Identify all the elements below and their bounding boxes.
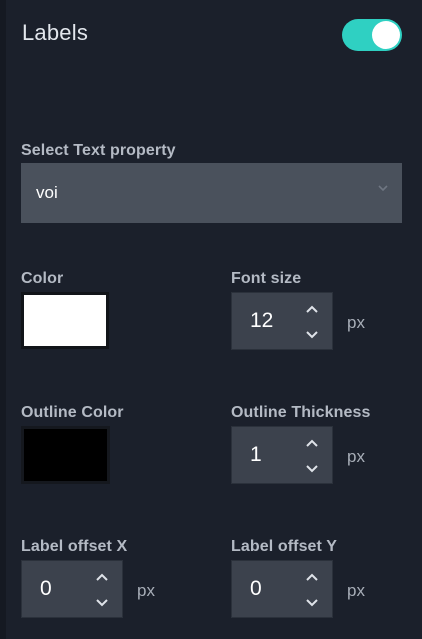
font-size-value[interactable]: 12 [250,309,273,333]
toggle-knob[interactable] [372,21,400,49]
offset-x-unit: px [137,581,155,600]
offset-y-value[interactable]: 0 [250,577,262,601]
text-property-label: Select Text property [21,142,176,159]
labels-toggle[interactable] [342,19,402,51]
color-swatch[interactable] [21,292,109,349]
outline-color-label: Outline Color [21,404,124,421]
color-label: Color [21,270,64,287]
outline-thickness-label: Outline Thickness [231,404,371,421]
font-size-label: Font size [231,270,302,287]
stepper-arrows-icon[interactable] [95,571,109,609]
chevron-down-icon[interactable] [378,183,388,193]
panel-title: Labels [22,20,89,45]
offset-y-stepper[interactable]: 0 [231,560,333,618]
outline-color-swatch[interactable] [21,426,110,484]
panel-edge [0,0,6,639]
text-property-value: voi [36,183,58,202]
font-size-unit: px [347,313,365,332]
offset-x-stepper[interactable]: 0 [21,560,123,618]
stepper-arrows-icon[interactable] [305,437,319,475]
stepper-arrows-icon[interactable] [305,303,319,341]
stepper-arrows-icon[interactable] [305,571,319,609]
outline-thickness-stepper[interactable]: 1 [231,426,333,484]
offset-y-label: Label offset Y [231,538,338,555]
offset-x-label: Label offset X [21,538,128,555]
font-size-stepper[interactable]: 12 [231,292,333,350]
outline-thickness-value[interactable]: 1 [250,443,262,467]
text-property-select[interactable]: voi [21,163,402,223]
offset-y-unit: px [347,581,365,600]
offset-x-value[interactable]: 0 [40,577,52,601]
outline-thickness-unit: px [347,447,365,466]
